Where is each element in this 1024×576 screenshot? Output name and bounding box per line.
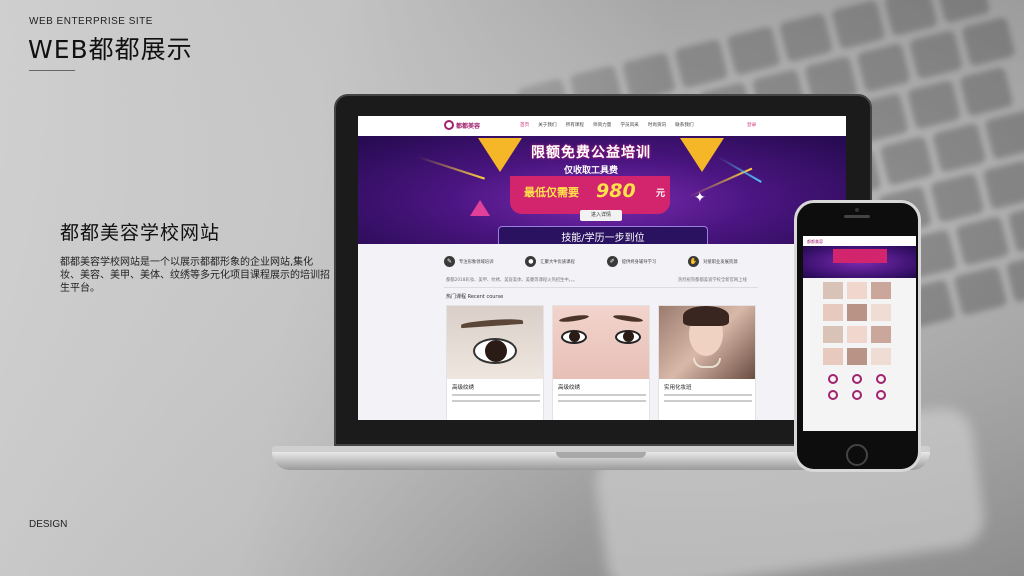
banner-price: 980	[596, 180, 636, 202]
nav-item-teachers[interactable]: 师资力量	[593, 122, 611, 128]
logo-icon	[444, 120, 454, 130]
feature-list: ✎ 专注形象领域培训 ● 汇聚大牛优质课程 ✐ 提供终身辅导学习 ✋ 对接职业发…	[444, 256, 738, 267]
banner-details-button[interactable]: 进入详情	[580, 210, 622, 221]
banner-decor-triangle	[470, 200, 490, 216]
mobile-thumbnail[interactable]	[823, 304, 843, 321]
course-text-line	[664, 400, 752, 402]
mobile-thumbnail[interactable]	[847, 348, 867, 365]
course-image	[659, 306, 755, 379]
mobile-logo[interactable]: 都都美容	[807, 239, 823, 245]
banner-subtitle: 仅收取工具费	[563, 166, 618, 176]
necklace-shape	[693, 358, 721, 368]
mobile-circle-icon	[828, 390, 838, 400]
phone-screen: 都都美容	[803, 236, 916, 431]
mobile-banner	[803, 246, 916, 278]
site-nav: 都都美容 首页 关于我们 所有课程 师资力量 学员风采 时尚资讯 联系我们 登录	[358, 116, 846, 136]
hero-banner: ✦ 限额免费公益培训 仅收取工具费 最低仅需要 980 元 进入详情 技能/学历…	[358, 136, 846, 244]
iris-shape	[623, 331, 634, 342]
mobile-circle-icon	[876, 390, 886, 400]
feature-item: ● 汇聚大牛优质课程	[525, 256, 575, 267]
mobile-circle-icon	[852, 374, 862, 384]
brush-icon: ✐	[606, 256, 618, 267]
drop-icon: ●	[525, 256, 537, 267]
feature-item: ✋ 对接职业发展资源	[688, 256, 738, 267]
eyebrow-shape	[460, 317, 524, 329]
camera-icon	[855, 208, 859, 212]
nav-item-courses[interactable]: 所有课程	[566, 122, 584, 128]
nav-item-news[interactable]: 时尚资讯	[648, 122, 666, 128]
mobile-thumbnail[interactable]	[871, 326, 891, 343]
mobile-thumbnail[interactable]	[847, 326, 867, 343]
feature-item: ✎ 专注形象领域培训	[444, 256, 493, 267]
course-text-line	[558, 400, 646, 402]
mobile-thumbnail[interactable]	[823, 348, 843, 365]
course-title: 实用化妆班	[664, 385, 692, 391]
mobile-circle-icon	[828, 374, 838, 384]
mobile-nav: 都都美容	[803, 236, 916, 246]
hand-icon: ✋	[688, 256, 700, 267]
nav-menu: 首页 关于我们 所有课程 师资力量 学员风采 时尚资讯 联系我们	[520, 122, 694, 128]
eyebrow-shape	[558, 313, 590, 324]
site-logo[interactable]: 都都美容	[444, 120, 480, 130]
header-subtitle: WEB ENTERPRISE SITE	[29, 16, 153, 27]
feature-label: 提供终身辅导学习	[621, 259, 657, 265]
banner-title: 限额免费公益培训	[531, 145, 651, 161]
laptop-notch	[556, 452, 646, 458]
model-hair	[683, 306, 729, 326]
banner-price-label: 最低仅需要	[524, 186, 579, 199]
mobile-circle-icon	[852, 390, 862, 400]
pen-icon: ✎	[444, 256, 455, 267]
mobile-thumbnail[interactable]	[823, 326, 843, 343]
course-title: 高级纹绣	[558, 385, 581, 391]
home-button[interactable]	[846, 444, 868, 466]
iris-shape	[569, 331, 580, 342]
feature-item: ✐ 提供终身辅导学习	[606, 256, 657, 267]
iris-shape	[485, 340, 507, 362]
eyebrow-shape	[612, 313, 644, 324]
title-divider	[29, 70, 75, 71]
section-divider	[444, 287, 758, 288]
footer-label: DESIGN	[29, 519, 68, 530]
course-text-line	[452, 394, 540, 396]
banner-bottom-text: 技能/学历一步到位	[561, 233, 645, 244]
mobile-thumbnail[interactable]	[871, 304, 891, 321]
laptop-screen: 都都美容 首页 关于我们 所有课程 师资力量 学员风采 时尚资讯 联系我们 登录…	[358, 116, 846, 420]
intro-marquee: 都都2018彩妆、美甲、纹绣、美容美体、美睫等课程火热招生中。。。	[446, 278, 578, 283]
feature-label: 专注形象领域培训	[459, 259, 494, 265]
intro-notice: 热烈祝贺都都美容学校全新官网上线	[678, 278, 747, 283]
banner-decor-ray	[417, 156, 485, 180]
star-icon: ✦	[694, 190, 706, 206]
section-title: 热门课程 Recent course	[446, 294, 504, 300]
course-title: 高级纹绣	[452, 385, 475, 391]
course-text-line	[558, 394, 646, 396]
mobile-thumbnail[interactable]	[847, 304, 867, 321]
login-link[interactable]: 登录	[747, 122, 756, 128]
banner-decor-triangle	[680, 138, 724, 172]
course-image	[447, 306, 543, 379]
course-text-line	[452, 400, 540, 402]
feature-label: 对接职业发展资源	[703, 259, 738, 265]
logo-text: 都都美容	[456, 122, 481, 130]
mobile-thumbnail[interactable]	[823, 282, 843, 299]
nav-item-about[interactable]: 关于我们	[538, 122, 556, 128]
mobile-thumbnail[interactable]	[871, 282, 891, 299]
course-card[interactable]: 高级纹绣	[552, 305, 650, 420]
feature-label: 汇聚大牛优质课程	[540, 259, 575, 265]
nav-item-home[interactable]: 首页	[520, 122, 529, 128]
project-description: 都都美容学校网站是一个以展示都都形象的企业网站,集化妆、美容、美甲、美体、纹绣等…	[60, 257, 330, 294]
nav-item-students[interactable]: 学员风采	[620, 122, 638, 128]
course-card[interactable]: 高级纹绣	[446, 305, 544, 420]
phone-speaker	[844, 215, 870, 218]
mobile-banner-price-box	[833, 249, 887, 263]
course-image	[553, 306, 649, 379]
banner-price-unit: 元	[656, 189, 666, 199]
mobile-circle-icon	[876, 374, 886, 384]
page-title: WEB都都展示	[28, 35, 193, 64]
course-text-line	[664, 394, 752, 396]
mobile-thumbnail[interactable]	[847, 282, 867, 299]
course-card[interactable]: 实用化妆班	[658, 305, 756, 420]
project-title: 都都美容学校网站	[60, 222, 221, 244]
nav-item-contact[interactable]: 联系我们	[675, 122, 693, 128]
mobile-thumbnail[interactable]	[871, 348, 891, 365]
